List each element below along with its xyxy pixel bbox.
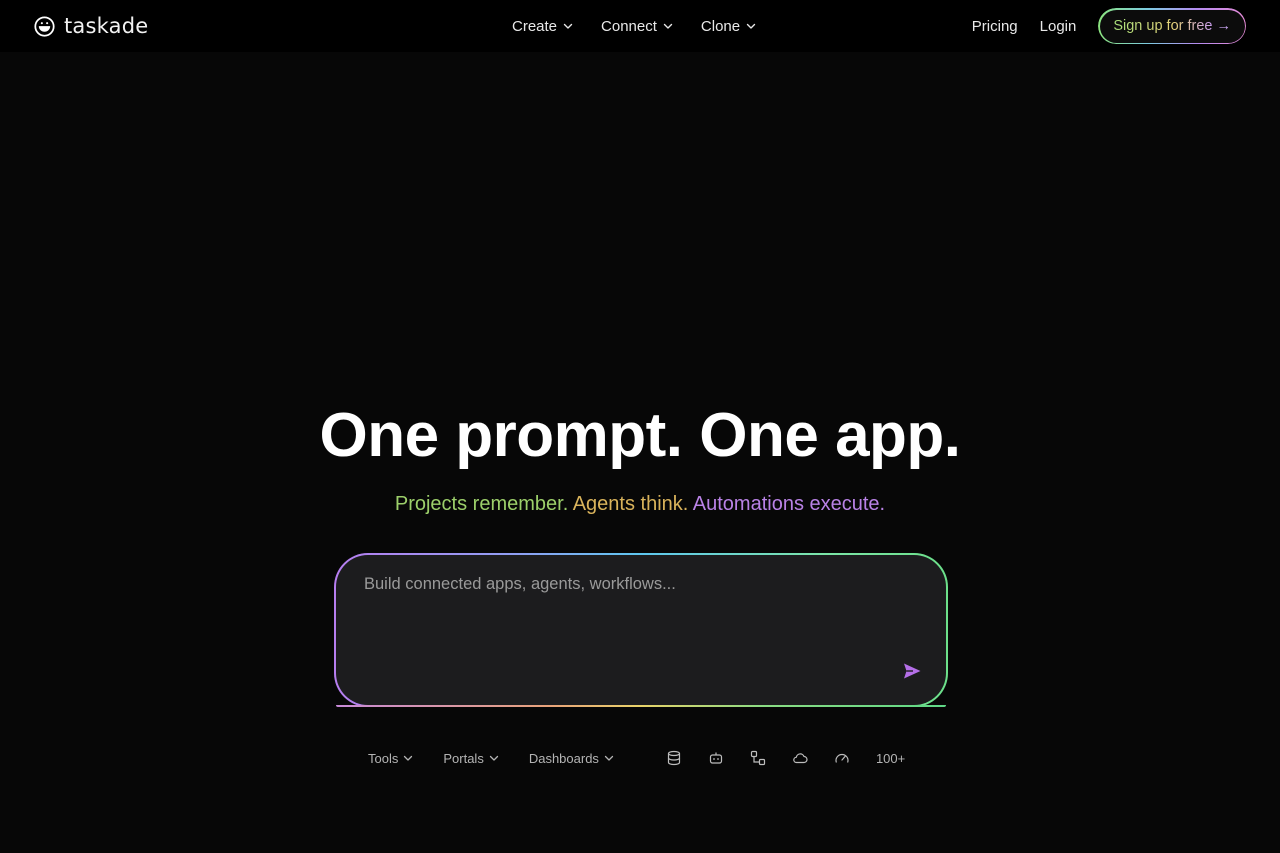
nav-create[interactable]: Create bbox=[512, 18, 573, 35]
arrow-right-icon: → bbox=[1216, 18, 1232, 34]
main-nav: Create Connect Clone bbox=[512, 0, 756, 52]
tools-label: Tools bbox=[368, 750, 399, 766]
chevron-down-icon bbox=[663, 23, 673, 29]
dashboards-label: Dashboards bbox=[528, 750, 599, 766]
nav-clone-label: Clone bbox=[700, 17, 741, 35]
nav-connect[interactable]: Connect bbox=[601, 18, 673, 35]
taskade-logo-icon bbox=[34, 15, 55, 37]
hero-subtitle: Projects remember. Agents think. Automat… bbox=[0, 493, 1280, 516]
cloud-icon[interactable] bbox=[792, 750, 808, 766]
gauge-icon[interactable] bbox=[834, 750, 850, 766]
chevron-down-icon bbox=[746, 23, 756, 29]
workflow-icon[interactable] bbox=[750, 750, 766, 766]
bot-icon[interactable] bbox=[708, 750, 724, 766]
chevron-down-icon bbox=[563, 23, 573, 29]
chevron-down-icon bbox=[489, 755, 498, 761]
subtitle-projects: Projects remember. bbox=[394, 493, 569, 515]
nav-create-label: Create bbox=[512, 17, 558, 35]
signup-button[interactable]: Sign up for free → bbox=[1098, 8, 1246, 44]
send-button[interactable] bbox=[900, 659, 924, 683]
subtitle-automations: Automations execute. bbox=[692, 493, 886, 515]
pricing-link[interactable]: Pricing bbox=[972, 18, 1018, 35]
top-navigation-bar: taskade Create Connect Clone Pricing Log… bbox=[0, 0, 1280, 52]
login-link[interactable]: Login bbox=[1040, 18, 1077, 35]
nav-connect-label: Connect bbox=[601, 17, 657, 35]
signup-label: Sign up for free bbox=[1113, 18, 1213, 34]
portals-label: Portals bbox=[443, 750, 484, 766]
prompt-box-inner bbox=[336, 555, 946, 705]
nav-clone[interactable]: Clone bbox=[701, 18, 756, 35]
header-actions: Pricing Login Sign up for free → bbox=[972, 0, 1246, 52]
prompt-input[interactable] bbox=[362, 573, 906, 667]
prompt-box bbox=[334, 553, 948, 707]
portals-dropdown[interactable]: Portals bbox=[443, 751, 498, 766]
taskade-logo[interactable]: taskade bbox=[34, 12, 148, 40]
hero-title: One prompt. One app. bbox=[319, 401, 961, 470]
integration-icons: 100+ bbox=[666, 750, 905, 766]
database-icon[interactable] bbox=[666, 750, 682, 766]
chevron-down-icon bbox=[404, 755, 413, 761]
subtitle-agents: Agents think. bbox=[572, 493, 689, 515]
send-icon bbox=[904, 663, 921, 679]
chevron-down-icon bbox=[604, 755, 614, 761]
tools-dropdown[interactable]: Tools bbox=[368, 751, 413, 766]
brand-name: taskade bbox=[64, 14, 149, 38]
dashboards-dropdown[interactable]: Dashboards bbox=[529, 751, 614, 766]
more-integrations-link[interactable]: 100+ bbox=[876, 751, 905, 766]
bottom-toolbar: Tools Portals Dashboards 100+ bbox=[368, 746, 928, 770]
